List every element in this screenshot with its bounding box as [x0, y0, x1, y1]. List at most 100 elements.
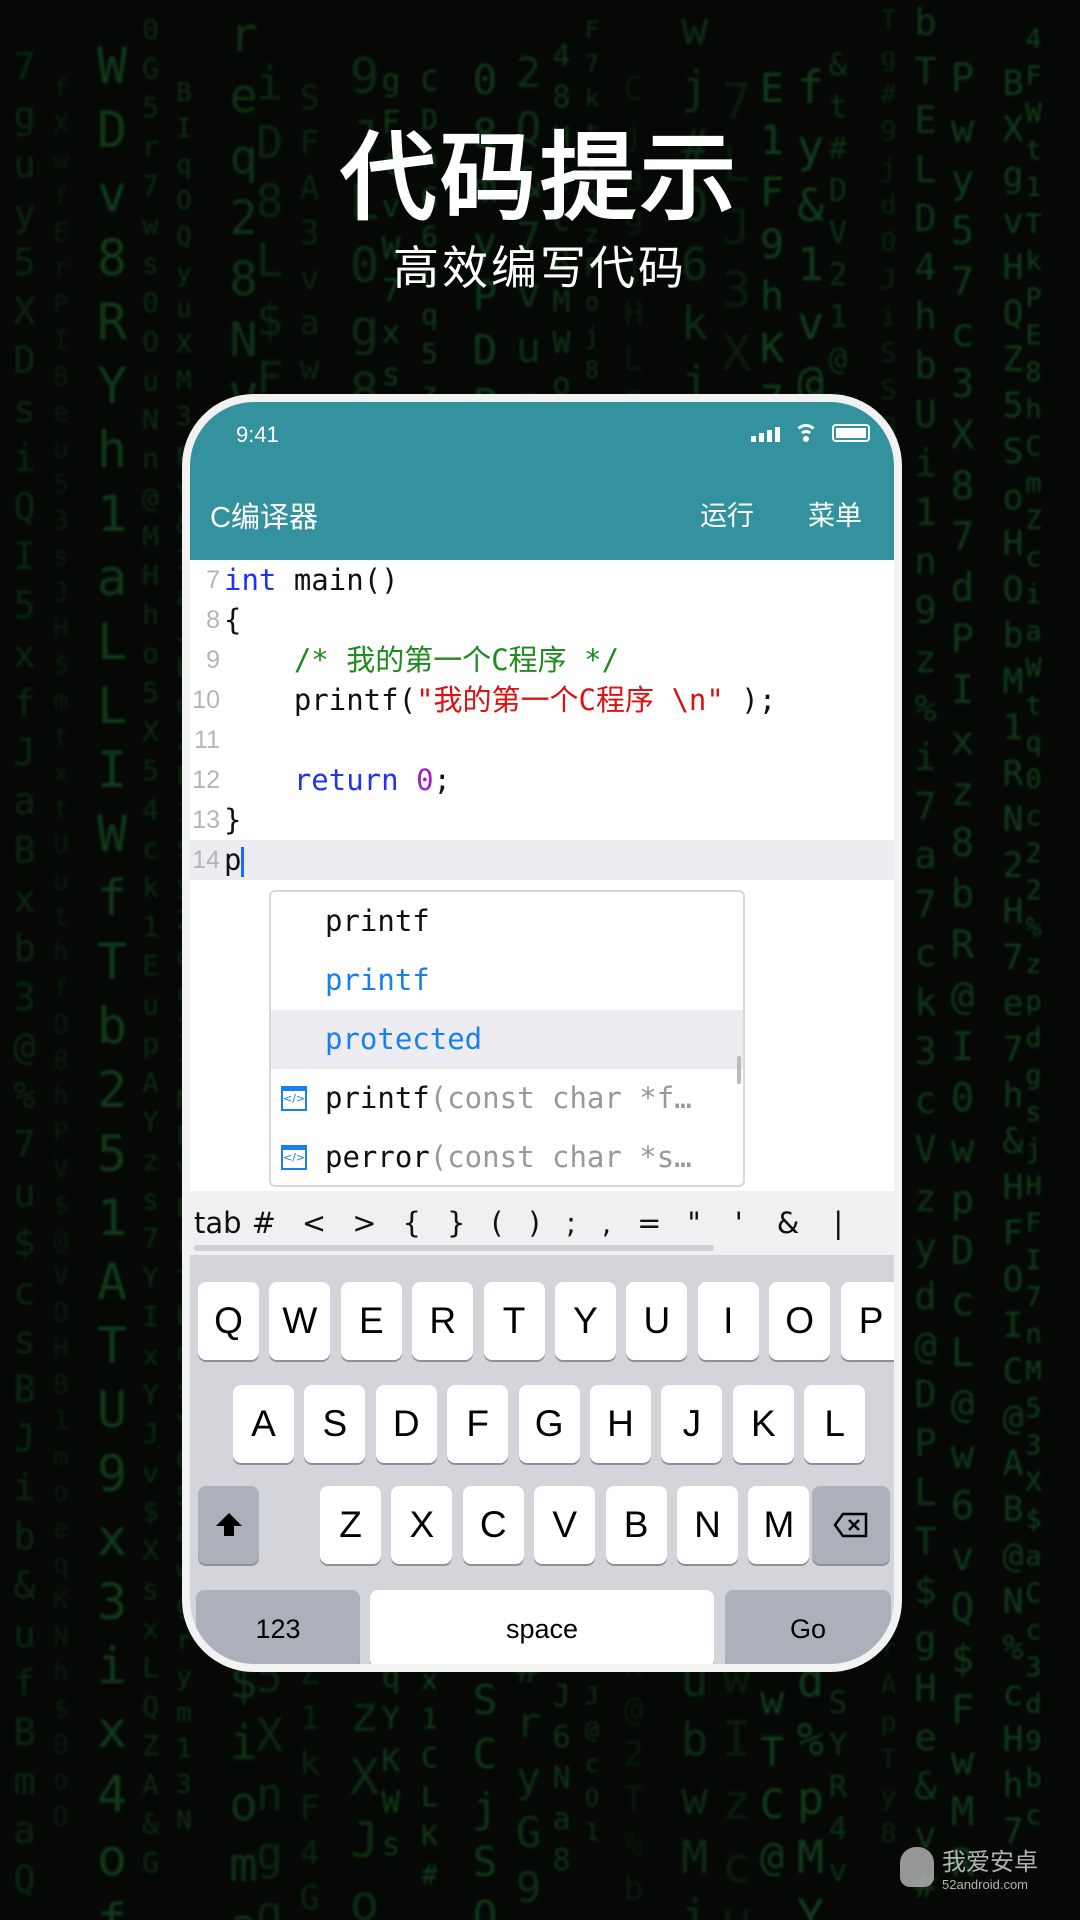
- key-k[interactable]: K: [732, 1385, 794, 1463]
- promo-subheadline: 高效编写代码: [393, 242, 687, 294]
- symbol-key[interactable]: ": [687, 1206, 700, 1240]
- autocomplete-item[interactable]: printf: [271, 892, 743, 951]
- watermark: 我爱安卓 52android.com: [900, 1842, 1038, 1892]
- autocomplete-item[interactable]: </> printf(const char *f…: [271, 1069, 743, 1128]
- key-t[interactable]: T: [483, 1282, 545, 1360]
- key-r[interactable]: R: [412, 1282, 474, 1360]
- code-token: {: [224, 603, 242, 637]
- key-l[interactable]: L: [804, 1385, 866, 1463]
- key-n[interactable]: N: [677, 1486, 738, 1564]
- code-line[interactable]: 10 printf("我的第一个C程序 \n" );: [190, 680, 894, 720]
- shift-icon: [215, 1513, 242, 1536]
- key-c[interactable]: C: [462, 1486, 524, 1564]
- key-m[interactable]: M: [748, 1486, 810, 1564]
- symbol-key[interactable]: &: [777, 1206, 800, 1240]
- key-y[interactable]: Y: [555, 1282, 616, 1360]
- code-token: );: [723, 683, 777, 717]
- code-text: printf("我的第一个C程序 \n" );: [224, 680, 776, 720]
- code-token: int: [224, 563, 277, 597]
- code-token: "我的第一个C程序 \n": [416, 683, 724, 717]
- promo-headline: 代码提示: [340, 125, 740, 232]
- autocomplete-label: printf: [325, 904, 430, 938]
- status-icons: [751, 424, 870, 442]
- key-p[interactable]: P: [840, 1282, 894, 1360]
- code-text: p: [224, 840, 245, 880]
- symbol-key[interactable]: ;: [566, 1206, 576, 1240]
- key-o[interactable]: O: [769, 1282, 831, 1360]
- key-b[interactable]: B: [605, 1486, 667, 1564]
- key-a[interactable]: A: [233, 1385, 294, 1463]
- symbol-key[interactable]: >: [352, 1206, 376, 1240]
- app-header: 9:41 C编译器 运行 菜单: [190, 402, 894, 560]
- symbol-key[interactable]: ,: [602, 1206, 611, 1240]
- code-line[interactable]: 12 return 0;: [190, 760, 894, 800]
- line-number: 9: [206, 646, 220, 674]
- key-e[interactable]: E: [340, 1282, 402, 1360]
- go-key[interactable]: Go: [725, 1590, 891, 1664]
- autocomplete-label: protected: [325, 1022, 483, 1056]
- symbol-bar-scrollbar[interactable]: [194, 1245, 714, 1251]
- key-x[interactable]: X: [391, 1486, 453, 1564]
- code-line[interactable]: 9 /* 我的第一个C程序 */: [190, 640, 894, 680]
- autocomplete-item[interactable]: protected: [271, 1010, 743, 1069]
- function-icon: </>: [281, 1086, 307, 1111]
- key-q[interactable]: Q: [198, 1282, 259, 1360]
- backspace-key[interactable]: [812, 1486, 890, 1564]
- watermark-site: 52android.com: [942, 1877, 1028, 1892]
- symbol-key[interactable]: tab: [194, 1206, 242, 1240]
- symbol-key[interactable]: #: [252, 1206, 276, 1240]
- key-h[interactable]: H: [590, 1385, 651, 1463]
- key-w[interactable]: W: [269, 1282, 331, 1360]
- autocomplete-signature: (const char *f…: [429, 1081, 692, 1115]
- function-icon: </>: [281, 1145, 307, 1170]
- code-line[interactable]: 14 p: [190, 840, 894, 880]
- menu-button[interactable]: 菜单: [808, 494, 862, 533]
- symbol-key[interactable]: {: [403, 1206, 421, 1240]
- key-f[interactable]: F: [447, 1385, 509, 1463]
- code-line[interactable]: 8{: [190, 600, 894, 640]
- wifi-icon: [794, 424, 818, 442]
- symbol-key[interactable]: =: [637, 1206, 661, 1240]
- code-text: /* 我的第一个C程序 */: [224, 640, 619, 680]
- matrix-column: Pwy57c3X87dPIxz8bR@I0wpDcL@w6vQ$FwMR: [940, 56, 985, 1892]
- run-button[interactable]: 运行: [700, 494, 754, 533]
- phone-mockup: 9:41 C编译器 运行 菜单 7 int main() 8{9 /* 我的第一个C…: [182, 394, 902, 1672]
- matrix-column: fXwfErPI8eu53sJH$mtxtUuthfO8hPV$@VOHB1mo…: [46, 74, 76, 1838]
- watermark-logo-icon: [900, 1847, 934, 1887]
- symbol-key[interactable]: <: [302, 1206, 326, 1240]
- key-g[interactable]: G: [518, 1385, 580, 1463]
- key-j[interactable]: J: [661, 1385, 723, 1463]
- autocomplete-label: printf: [325, 963, 430, 997]
- code-token: 0: [416, 763, 434, 797]
- autocomplete-label: perror: [325, 1140, 430, 1174]
- code-line[interactable]: 13}: [190, 800, 894, 840]
- code-line[interactable]: 7 int main(): [190, 560, 894, 600]
- autocomplete-label: printf: [325, 1081, 430, 1115]
- space-key[interactable]: space: [370, 1590, 714, 1664]
- symbol-key[interactable]: |: [833, 1206, 843, 1240]
- code-line[interactable]: 11: [190, 720, 894, 760]
- code-token: main(): [276, 563, 399, 597]
- key-z[interactable]: Z: [320, 1486, 381, 1564]
- symbol-key[interactable]: }: [447, 1206, 465, 1240]
- autocomplete-item[interactable]: </> perror(const char *s…: [271, 1128, 743, 1185]
- key-d[interactable]: D: [375, 1385, 437, 1463]
- code-editor[interactable]: 7 int main() 8{9 /* 我的第一个C程序 */10 printf("…: [190, 560, 894, 880]
- signal-icon: [751, 427, 780, 442]
- symbol-key[interactable]: ): [529, 1206, 540, 1240]
- key-s[interactable]: S: [304, 1385, 366, 1463]
- shift-key[interactable]: [198, 1486, 259, 1564]
- symbol-key[interactable]: (: [491, 1206, 502, 1240]
- key-i[interactable]: I: [697, 1282, 759, 1360]
- code-token: /* 我的第一个C程序 */: [224, 643, 620, 677]
- numbers-key[interactable]: 123: [196, 1590, 360, 1664]
- autocomplete-item[interactable]: printf: [271, 951, 743, 1010]
- key-u[interactable]: U: [626, 1282, 688, 1360]
- symbol-key[interactable]: ': [735, 1206, 743, 1240]
- key-v[interactable]: V: [534, 1486, 596, 1564]
- autocomplete-popup: printf printf protected </> printf(const cha…: [269, 890, 745, 1187]
- code-token: p: [224, 843, 242, 877]
- popup-scrollbar[interactable]: [737, 1056, 741, 1084]
